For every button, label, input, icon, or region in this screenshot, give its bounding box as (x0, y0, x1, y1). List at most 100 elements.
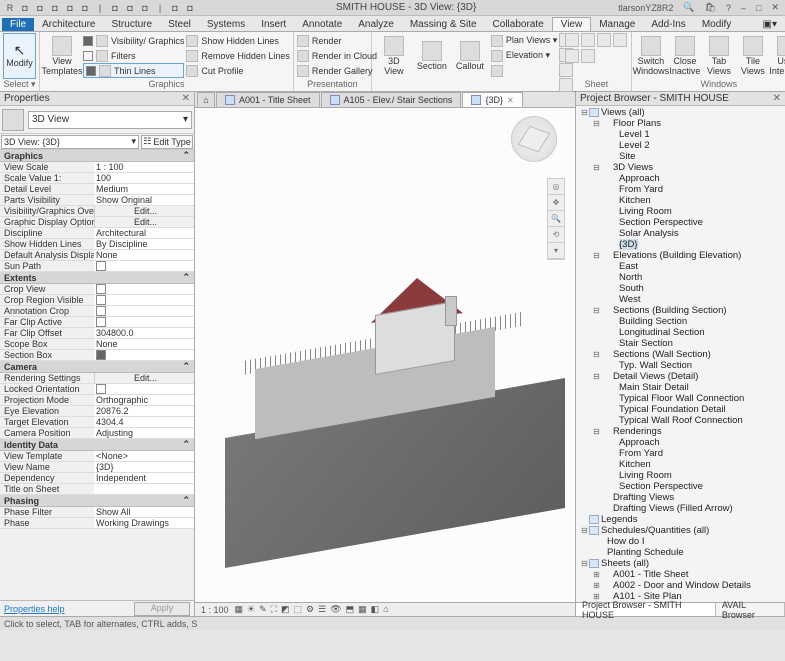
tree-leaf[interactable]: Section Perspective (576, 481, 785, 492)
expand-icon[interactable]: ⊟ (592, 427, 601, 436)
prop-group-header[interactable]: Phasing⌃ (0, 495, 194, 507)
tree-leaf[interactable]: Approach (576, 173, 785, 184)
prop-checkbox[interactable] (94, 284, 194, 294)
apply-button[interactable]: Apply (134, 602, 190, 616)
ribbon-item[interactable]: Cut Profile (186, 63, 290, 78)
nav-pan-icon[interactable]: ✥ (548, 195, 564, 211)
mini-tool-icon[interactable] (597, 33, 611, 47)
tab-view[interactable]: View (552, 17, 592, 31)
prop-value[interactable]: By Discipline (94, 239, 194, 249)
close-icon[interactable]: ✕ (769, 2, 781, 13)
home-tab-icon[interactable]: ⌂ (197, 92, 215, 107)
mini-tool-icon[interactable] (581, 33, 595, 47)
prop-value[interactable]: Medium (94, 184, 194, 194)
type-combo[interactable]: 3D View ▾ (28, 111, 192, 129)
tree-branch[interactable]: Legends (576, 514, 785, 525)
view-control-icon[interactable]: ☀ (247, 604, 255, 615)
expand-icon[interactable]: ⊟ (580, 526, 589, 535)
tree-leaf[interactable]: Approach (576, 437, 785, 448)
prop-checkbox[interactable] (94, 350, 194, 360)
prop-value[interactable]: None (94, 250, 194, 260)
prop-value[interactable]: Show Original (94, 195, 194, 205)
nav-wheel-icon[interactable]: ◎ (548, 179, 564, 195)
tree-leaf[interactable]: Typical Wall Roof Connection (576, 415, 785, 426)
tree-branch[interactable]: Drafting Views (Filled Arrow) (576, 503, 785, 514)
tab-systems[interactable]: Systems (199, 18, 253, 31)
tree-leaf[interactable]: {3D} (576, 239, 785, 250)
view-templates-button[interactable]: View Templates (43, 33, 81, 79)
help-icon[interactable]: ? (724, 3, 733, 13)
ribbon-item[interactable]: Render in Cloud (297, 48, 377, 63)
ribbon-options-icon[interactable]: ▣▾ (755, 18, 785, 31)
tree-branch[interactable]: ⊟3D Views (576, 162, 785, 173)
expand-icon[interactable]: ⊟ (580, 559, 589, 568)
ribbon-item[interactable] (491, 63, 557, 78)
prop-value[interactable]: <None> (94, 451, 194, 461)
ribbon-item[interactable]: Render Gallery (297, 63, 377, 78)
tab-add-ins[interactable]: Add-Ins (643, 18, 693, 31)
prop-group-header[interactable]: Identity Data⌃ (0, 439, 194, 451)
tree-leaf[interactable]: Typical Foundation Detail (576, 404, 785, 415)
minimize-icon[interactable]: – (739, 3, 748, 13)
view-control-icon[interactable]: ⬒ (346, 604, 355, 615)
view-control-icon[interactable]: ▦ (235, 604, 244, 615)
tab-massing-site[interactable]: Massing & Site (402, 18, 485, 31)
ribbon-item[interactable]: Remove Hidden Lines (186, 48, 290, 63)
prop-edit-button[interactable]: Edit... (94, 206, 194, 216)
home-icon[interactable]: ◘ (139, 2, 151, 14)
prop-value[interactable]: 20876.2 (94, 406, 194, 416)
properties-help-link[interactable]: Properties help (4, 604, 65, 614)
collapse-icon[interactable]: ⌃ (182, 439, 190, 450)
tree-leaf[interactable]: Building Section (576, 316, 785, 327)
view-control-icon[interactable]: 👁 (330, 604, 341, 615)
tree-leaf[interactable]: West (576, 294, 785, 305)
prop-checkbox[interactable] (94, 261, 194, 271)
tab-manage[interactable]: Manage (591, 18, 643, 31)
view-control-icon[interactable]: ◧ (371, 604, 380, 615)
checkbox-icon[interactable] (86, 66, 96, 76)
modify-button[interactable]: ↖ Modify (3, 33, 36, 79)
tree-leaf[interactable]: From Yard (576, 448, 785, 459)
tree-leaf[interactable]: Kitchen (576, 459, 785, 470)
prop-group-header[interactable]: Graphics⌃ (0, 150, 194, 162)
browser-tab[interactable]: Project Browser - SMITH HOUSE (576, 603, 716, 616)
tree-branch[interactable]: ⊟Schedules/Quantities (all) (576, 525, 785, 536)
tree-leaf[interactable]: How do I (576, 536, 785, 547)
expand-icon[interactable]: ⊟ (592, 251, 601, 260)
prop-value[interactable] (94, 484, 194, 494)
prop-value[interactable]: 4304.4 (94, 417, 194, 427)
ribbon-item[interactable]: Render (297, 33, 377, 48)
tree-leaf[interactable]: East (576, 261, 785, 272)
instance-combo[interactable]: 3D View: {3D}▾ (1, 135, 139, 149)
collapse-icon[interactable]: ⌃ (182, 361, 190, 372)
window-button[interactable]: Close Inactive (669, 33, 701, 79)
expand-icon[interactable]: ⊟ (592, 372, 601, 381)
tree-leaf[interactable]: Living Room (576, 206, 785, 217)
edit-type-button[interactable]: ☷ Edit Type (141, 135, 193, 149)
prop-value[interactable]: Architectural (94, 228, 194, 238)
window-button[interactable]: Tab Views (703, 33, 735, 79)
tree-leaf[interactable]: Level 1 (576, 129, 785, 140)
expand-icon[interactable]: ⊟ (592, 119, 601, 128)
window-button[interactable]: User Interface (771, 33, 785, 79)
tab-annotate[interactable]: Annotate (294, 18, 350, 31)
view-control-icon[interactable]: ◩ (281, 604, 290, 615)
tree-branch[interactable]: ⊟Sections (Building Section) (576, 305, 785, 316)
prop-checkbox[interactable] (94, 384, 194, 394)
prop-value[interactable]: Adjusting (94, 428, 194, 438)
prop-group-header[interactable]: Extents⌃ (0, 272, 194, 284)
collapse-icon[interactable]: ⌃ (182, 150, 190, 161)
tree-branch[interactable]: ⊟Floor Plans (576, 118, 785, 129)
prop-group-header[interactable]: Camera⌃ (0, 361, 194, 373)
tab-close-icon[interactable]: ✕ (507, 96, 514, 105)
ribbon-item[interactable]: Filters (83, 48, 184, 63)
checkbox-icon[interactable] (83, 51, 93, 61)
tree-leaf[interactable]: Section Perspective (576, 217, 785, 228)
tab-steel[interactable]: Steel (160, 18, 199, 31)
view-control-icon[interactable]: ✎ (259, 604, 267, 615)
document-tab[interactable]: A105 - Elev./ Stair Sections (321, 92, 462, 107)
viewport[interactable]: ◎ ✥ 🔍 ⟲ ▾ (195, 108, 575, 602)
prop-value[interactable]: Orthographic (94, 395, 194, 405)
collapse-icon[interactable]: ⌃ (182, 495, 190, 506)
tree-leaf[interactable]: Longitudinal Section (576, 327, 785, 338)
